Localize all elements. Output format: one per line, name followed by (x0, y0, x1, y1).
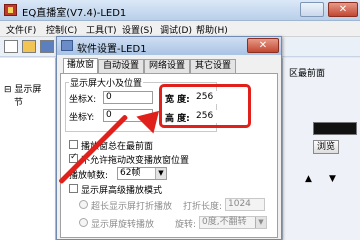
rotate-value: 0度,不翻转 (202, 217, 247, 227)
bring-to-front-label[interactable]: 区最前面 (289, 66, 325, 79)
menu-settings[interactable]: 设置(S) (122, 23, 153, 36)
fold-length-label: 打折长度: (183, 202, 223, 212)
main-window-title: EQ直播室(V7.4)-LED1 (22, 8, 127, 19)
browse-button[interactable]: 浏览 (313, 140, 339, 154)
tab-other-settings[interactable]: 其它设置 (190, 59, 236, 73)
tree-item-section[interactable]: 节 (14, 95, 23, 108)
software-settings-dialog: 软件设置-LED1 ✕ 播放窗 自动设置 网络设置 其它设置 显示屏大小及位置 … (56, 36, 282, 240)
play-window-tab-panel: 显示屏大小及位置 坐标X: 0 坐标Y: 0 宽 度: 256 高 度: 256… (60, 73, 278, 238)
long-screen-label: 超长显示屏打折播放 (91, 202, 173, 212)
lock-position-label: 不允许拖动改变播放窗位置 (81, 156, 190, 166)
dialog-title-bar: 软件设置-LED1 ✕ (57, 37, 281, 55)
move-up-icon[interactable]: ▲ (305, 174, 312, 184)
menu-help[interactable]: 帮助(H) (196, 23, 228, 36)
menu-control[interactable]: 控制(C) (46, 23, 77, 36)
chevron-down-icon: ▼ (155, 168, 166, 179)
settings-window-icon (61, 40, 73, 51)
main-title-bar: EQ直播室(V7.4)-LED1 ✕ (0, 0, 360, 21)
rotate-screen-radio[interactable] (79, 218, 88, 227)
expand-icon[interactable]: ⊟ (4, 85, 12, 95)
move-down-icon[interactable]: ▼ (329, 174, 336, 184)
y-label: 坐标Y: (69, 113, 95, 123)
x-label: 坐标X: (69, 95, 97, 105)
menu-debug[interactable]: 调试(D) (160, 23, 192, 36)
menu-tools[interactable]: 工具(T) (86, 23, 117, 36)
tab-network-settings[interactable]: 网络设置 (144, 59, 190, 73)
save-icon[interactable] (40, 40, 54, 53)
tree-item-label: 节 (14, 98, 24, 108)
topmost-checkbox[interactable] (69, 140, 78, 149)
menu-file[interactable]: 文件(F) (6, 23, 36, 36)
app-logo-icon (4, 4, 17, 16)
annotation-highlight-box (159, 84, 251, 128)
frame-rate-value: 62帧 (120, 168, 141, 178)
tree-item-screen[interactable]: ⊟ 显示屏 (4, 82, 41, 95)
fold-length-input[interactable]: 1024 (225, 198, 265, 211)
minimize-button[interactable] (300, 2, 324, 17)
frame-rate-select[interactable]: 62帧 ▼ (117, 167, 167, 180)
menu-bar: 文件(F) 控制(C) 工具(T) 设置(S) 调试(D) 帮助(H) (0, 21, 360, 37)
main-close-button[interactable]: ✕ (328, 2, 358, 17)
new-file-icon[interactable] (4, 40, 18, 53)
open-folder-icon[interactable] (22, 40, 36, 53)
x-input[interactable]: 0 (103, 91, 153, 104)
dialog-title: 软件设置-LED1 (77, 44, 147, 55)
dialog-close-button[interactable]: ✕ (247, 38, 279, 53)
rotate-select[interactable]: 0度,不翻转 ▼ (199, 216, 267, 229)
right-property-panel: 区最前面 浏览 ▲ ▼ (282, 58, 360, 240)
rotate-label: 旋转: (175, 220, 197, 230)
screen-tree: ⊟ 显示屏 节 (0, 58, 56, 240)
chevron-down-icon: ▼ (255, 217, 266, 228)
tab-auto-settings[interactable]: 自动设置 (98, 59, 144, 73)
advanced-mode-checkbox[interactable] (69, 184, 78, 193)
advanced-mode-label: 显示屏高级播放模式 (81, 186, 163, 196)
tree-item-label: 显示屏 (14, 85, 42, 95)
size-position-group-title: 显示屏大小及位置 (69, 76, 144, 89)
tab-play-window[interactable]: 播放窗 (63, 58, 98, 73)
long-screen-radio[interactable] (79, 200, 88, 209)
rotate-screen-label: 显示屏旋转播放 (91, 220, 155, 230)
color-picker[interactable] (313, 122, 357, 135)
